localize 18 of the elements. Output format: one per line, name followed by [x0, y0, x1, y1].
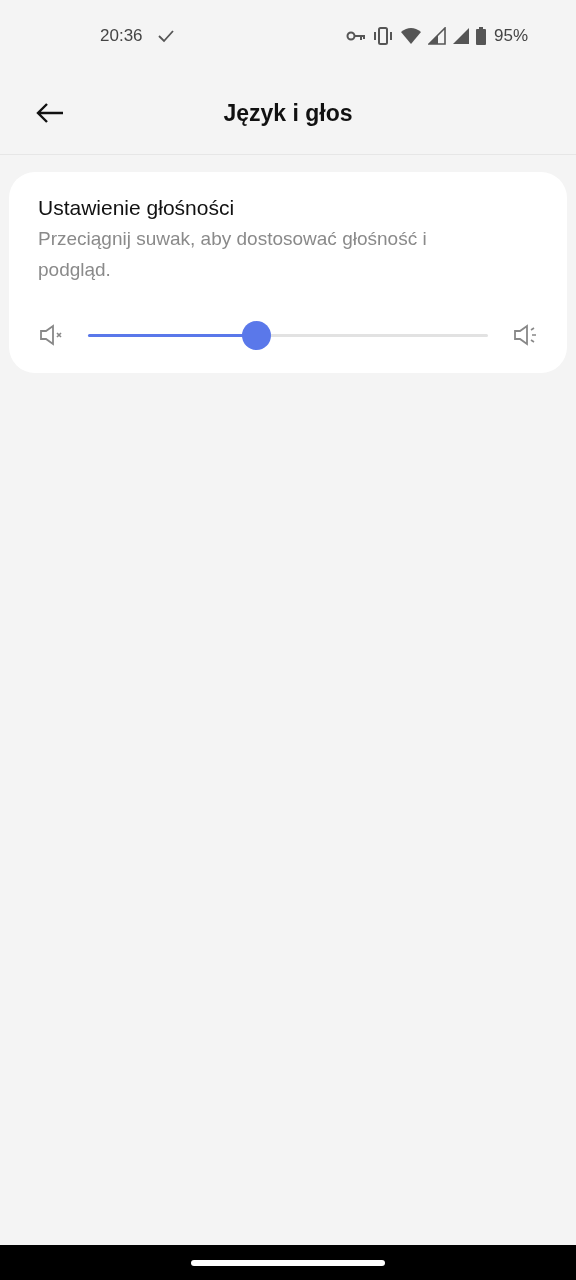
battery-icon	[475, 27, 486, 45]
vibrate-icon	[371, 27, 394, 45]
card-description: Przeciągnij suwak, aby dostosować głośność i podgląd.	[38, 227, 428, 282]
volume-slider[interactable]	[88, 320, 488, 350]
volume-up-icon	[512, 324, 538, 346]
check-icon	[156, 29, 175, 43]
signal-icon	[427, 27, 446, 45]
wifi-icon	[399, 27, 422, 45]
back-arrow-icon[interactable]	[35, 102, 65, 124]
slider-thumb[interactable]	[242, 320, 271, 350]
battery-percent: 95%	[493, 26, 528, 46]
card-title: Ustawienie głośności	[38, 196, 236, 220]
key-icon	[345, 30, 366, 42]
volume-mute-icon	[38, 324, 64, 346]
status-time: 20:36	[100, 26, 143, 46]
page-title: Język i głos	[223, 99, 353, 127]
home-indicator[interactable]	[191, 1259, 385, 1266]
signal-icon	[451, 27, 470, 45]
